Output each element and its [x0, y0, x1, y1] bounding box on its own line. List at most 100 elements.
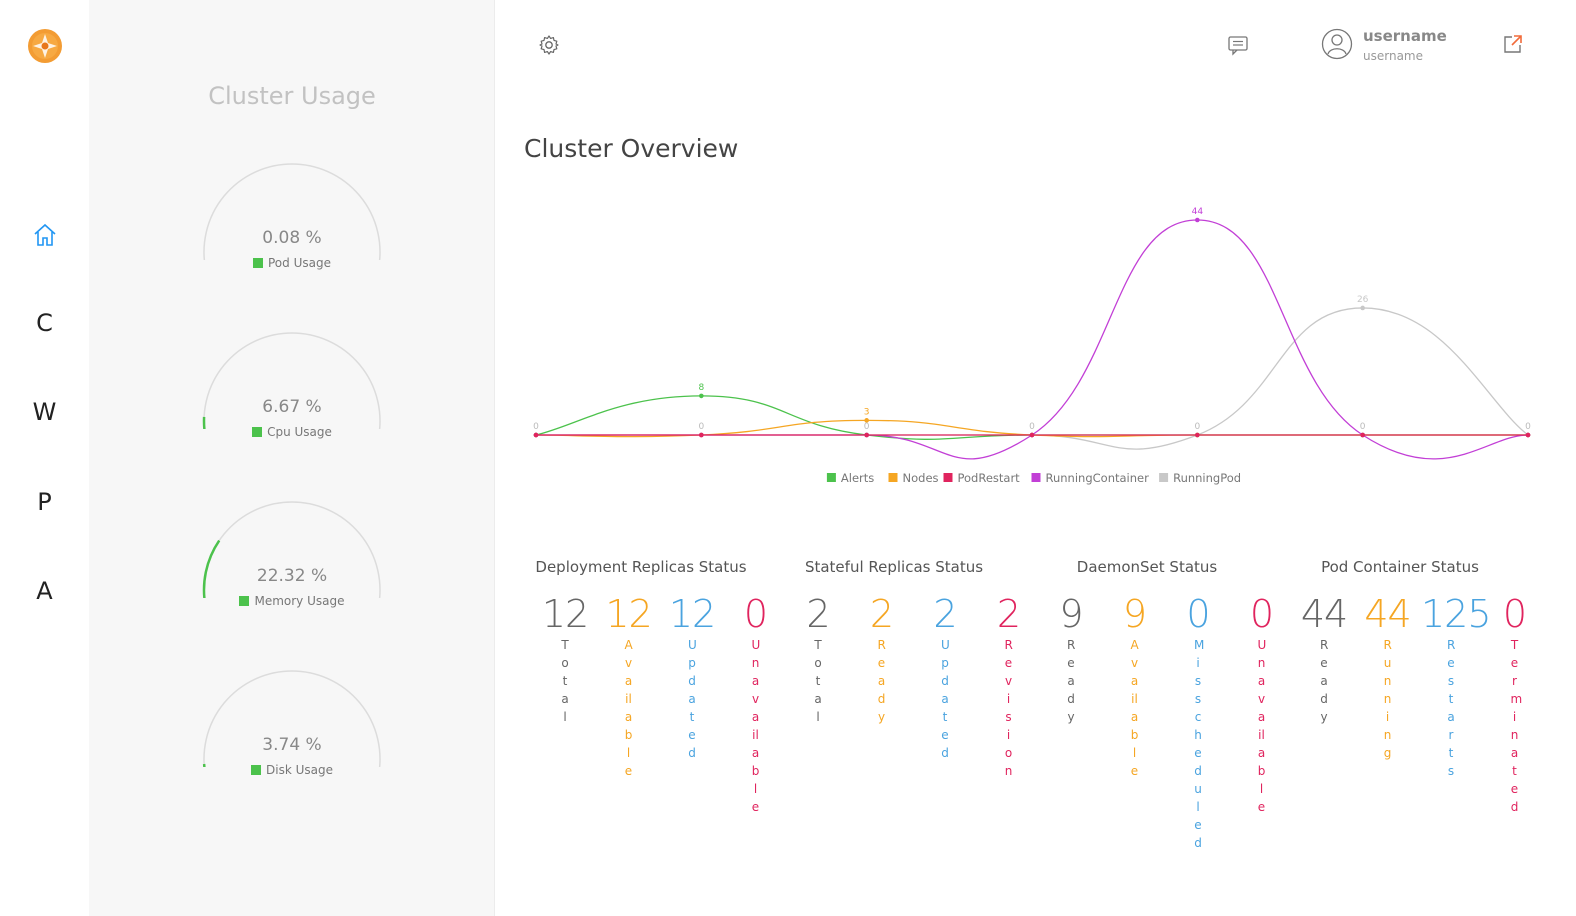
gauge-label: Cpu Usage: [267, 425, 332, 439]
stat-label: Ready: [1320, 638, 1329, 724]
data-point-runningpod[interactable]: [1360, 305, 1365, 311]
stat-value: 12: [668, 592, 716, 636]
legend-swatch-podrestart[interactable]: [943, 473, 953, 482]
data-point-runningcontainer[interactable]: [1195, 217, 1200, 223]
legend-swatch-runningpod[interactable]: [1159, 473, 1169, 482]
gear-icon: [539, 35, 559, 55]
gauge-value: 22.32 %: [256, 566, 328, 586]
stat-value: 2: [806, 592, 830, 636]
data-point-podrestart[interactable]: [699, 432, 704, 438]
data-point-podrestart[interactable]: [1525, 432, 1531, 438]
gauge-label: Memory Usage: [254, 594, 345, 608]
data-point-podrestart[interactable]: [1360, 432, 1365, 438]
point-label: 3: [864, 407, 870, 417]
stat-label: Restarts: [1447, 638, 1456, 778]
stat-label: Total: [561, 638, 569, 724]
stat-label: Ready: [1067, 638, 1076, 724]
chat-icon: [1228, 36, 1248, 56]
stat-label: Revision: [1004, 638, 1013, 778]
status-stat-ready: 9 Ready: [1041, 592, 1101, 726]
legend-label-alerts[interactable]: Alerts: [841, 471, 874, 485]
legend-label-runningpod[interactable]: RunningPod: [1173, 471, 1241, 485]
nav-home[interactable]: [0, 215, 89, 255]
stat-label: Updated: [688, 638, 697, 760]
gauge-value: 0.08 %: [262, 228, 322, 248]
legend-swatch: [252, 427, 263, 437]
status-stat-ready: 44 Ready: [1294, 592, 1354, 726]
messages-button[interactable]: [1227, 34, 1249, 60]
status-stat-total: 2 Total: [788, 592, 848, 726]
legend-swatch: [239, 596, 250, 606]
point-label: 0: [864, 422, 870, 432]
status-group-title: Stateful Replicas Status: [804, 558, 984, 576]
logout-button[interactable]: [1502, 33, 1524, 59]
gauge-legend: Pod Usage: [200, 256, 384, 270]
stat-value: 44: [1300, 592, 1348, 636]
page-title: Cluster Overview: [524, 134, 739, 163]
stat-value: 44: [1364, 592, 1411, 636]
point-label: 0: [1525, 422, 1531, 432]
nav-item-p[interactable]: P: [0, 482, 89, 522]
home-icon: [33, 223, 56, 246]
stat-value: 12: [605, 592, 652, 636]
user-name[interactable]: username: [1363, 27, 1447, 45]
status-stat-total: 12 Total: [535, 592, 595, 726]
gauge-legend: Memory Usage: [200, 594, 384, 608]
stat-value: 0: [1186, 592, 1210, 636]
stat-value: 2: [869, 592, 894, 636]
nav-item-a[interactable]: A: [0, 571, 89, 611]
stat-value: 0: [1502, 592, 1527, 636]
app-logo[interactable]: [27, 28, 63, 64]
data-point-alerts[interactable]: [699, 393, 704, 399]
stat-value: 125: [1421, 592, 1492, 636]
data-point-podrestart[interactable]: [533, 432, 539, 438]
user-icon: [1321, 28, 1353, 60]
stat-label: Ready: [877, 638, 886, 724]
data-point-podrestart[interactable]: [864, 432, 869, 438]
gauge-legend: Disk Usage: [200, 763, 384, 777]
status-stat-misscheduled: 0 Misscheduled: [1168, 592, 1228, 852]
stat-value: 9: [1059, 592, 1083, 636]
stat-label: Updated: [941, 638, 950, 760]
legend-swatch-alerts[interactable]: [826, 473, 836, 482]
gauge-value: 3.74 %: [262, 735, 322, 755]
app: C W P A Cluster Usage 0.08 % Pod Usage 6…: [0, 0, 1576, 916]
status-stat-terminated: 0 Terminated: [1485, 592, 1545, 816]
disk-usage-gauge: 3.74 % Disk Usage: [200, 667, 384, 787]
left-nav: C W P A: [0, 0, 89, 916]
status-stat-updated: 2 Updated: [915, 592, 975, 762]
gauge-value: 6.67 %: [262, 397, 322, 417]
stat-value: 9: [1122, 592, 1147, 636]
point-label: 8: [698, 383, 704, 393]
user-avatar[interactable]: [1321, 28, 1353, 64]
status-group-title: Pod Container Status: [1321, 558, 1479, 576]
legend-swatch-runningcontainer[interactable]: [1031, 473, 1041, 482]
data-point-podrestart[interactable]: [1029, 432, 1035, 438]
stat-value: 0: [1249, 592, 1274, 636]
memory-usage-gauge: 22.32 % Memory Usage: [200, 498, 384, 618]
point-label: 44: [1192, 207, 1204, 217]
nav-item-w[interactable]: W: [0, 392, 89, 432]
legend-label-runningcontainer[interactable]: RunningContainer: [1046, 471, 1150, 485]
legend-swatch-nodes[interactable]: [888, 473, 898, 482]
status-group-title: Deployment Replicas Status: [535, 558, 747, 576]
status-stat-unavailable: 0 Unavailable: [726, 592, 786, 816]
point-label: 0: [1029, 422, 1035, 432]
legend-label-podrestart[interactable]: PodRestart: [958, 471, 1021, 485]
status-group-title: DaemonSet Status: [1076, 558, 1218, 576]
user-subtitle: username: [1363, 49, 1423, 63]
status-stat-updated: 12 Updated: [662, 592, 722, 762]
point-label: 0: [698, 422, 704, 432]
pod-usage-gauge: 0.08 % Pod Usage: [200, 160, 384, 280]
data-point-podrestart[interactable]: [1195, 432, 1200, 438]
nav-item-c[interactable]: C: [0, 303, 89, 343]
gauge-label: Disk Usage: [266, 763, 333, 777]
stat-label: Terminated: [1510, 638, 1523, 814]
status-stat-unavailable: 0 Unavailable: [1232, 592, 1292, 816]
status-stat-available: 12 Available: [599, 592, 659, 780]
gauge-legend: Cpu Usage: [200, 425, 384, 439]
legend-label-nodes[interactable]: Nodes: [903, 471, 939, 485]
cluster-usage-panel: Cluster Usage 0.08 % Pod Usage 6.67 % Cp…: [89, 0, 495, 916]
stat-value: 2: [996, 592, 1021, 636]
settings-button[interactable]: [538, 34, 560, 60]
